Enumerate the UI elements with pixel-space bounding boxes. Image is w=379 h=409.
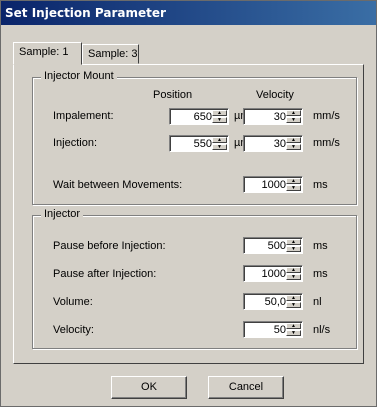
impalement-velocity-input[interactable]	[246, 110, 286, 123]
velocity-input[interactable]	[246, 323, 286, 336]
spin-down-arrow-icon[interactable]: ▼	[286, 302, 301, 308]
injection-label: Injection:	[53, 137, 98, 149]
spin-down-arrow-icon[interactable]: ▼	[212, 144, 227, 150]
pause-after-injection-input[interactable]	[246, 267, 286, 280]
tab-sample-3[interactable]: Sample: 3	[82, 44, 139, 64]
spin-down-arrow-icon[interactable]: ▼	[286, 246, 301, 252]
volume-label: Volume:	[53, 296, 93, 308]
pause-before-unit: ms	[313, 240, 328, 252]
spin-up-arrow-icon[interactable]: ▲	[286, 137, 301, 143]
injector-mount-title: Injector Mount	[41, 70, 117, 82]
tab-sample-1[interactable]: Sample: 1	[13, 42, 82, 65]
impalement-velocity-unit: mm/s	[313, 110, 340, 122]
spin-down-arrow-icon[interactable]: ▼	[286, 330, 301, 336]
velocity-column-header: Velocity	[256, 89, 294, 101]
spin-up-arrow-icon[interactable]: ▲	[286, 239, 301, 245]
volume-spinbox[interactable]: ▲▼	[243, 293, 303, 310]
impalement-position-spinbox[interactable]: ▲▼	[169, 108, 229, 125]
injector-title: Injector	[41, 208, 84, 220]
spin-up-arrow-icon[interactable]: ▲	[286, 267, 301, 273]
position-column-header: Position	[153, 89, 193, 101]
volume-input[interactable]	[246, 295, 286, 308]
spin-up-arrow-icon[interactable]: ▲	[286, 178, 301, 184]
pause-before-injection-label: Pause before Injection:	[53, 240, 166, 252]
pause-before-injection-input[interactable]	[246, 239, 286, 252]
impalement-velocity-spinbox[interactable]: ▲▼	[243, 108, 303, 125]
injection-velocity-input[interactable]	[246, 137, 286, 150]
wait-between-movements-label: Wait between Movements:	[53, 179, 183, 191]
pause-before-injection-spinbox[interactable]: ▲▼	[243, 237, 303, 254]
velocity-spinbox[interactable]: ▲▼	[243, 321, 303, 338]
spin-down-arrow-icon[interactable]: ▼	[212, 117, 227, 123]
injection-velocity-unit: mm/s	[313, 137, 340, 149]
impalement-position-input[interactable]	[172, 110, 212, 123]
spin-down-arrow-icon[interactable]: ▼	[286, 185, 301, 191]
spin-down-arrow-icon[interactable]: ▼	[286, 274, 301, 280]
spin-down-arrow-icon[interactable]: ▼	[286, 144, 301, 150]
ok-button[interactable]: OK	[111, 376, 187, 399]
wait-between-movements-input[interactable]	[246, 178, 286, 191]
volume-unit: nl	[313, 296, 322, 308]
spin-up-arrow-icon[interactable]: ▲	[286, 323, 301, 329]
spin-up-arrow-icon[interactable]: ▲	[212, 110, 227, 116]
pause-after-injection-label: Pause after Injection:	[53, 268, 157, 280]
spin-up-arrow-icon[interactable]: ▲	[286, 110, 301, 116]
wait-unit: ms	[313, 179, 328, 191]
wait-between-movements-spinbox[interactable]: ▲▼	[243, 176, 303, 193]
velocity-label: Velocity:	[53, 324, 94, 336]
impalement-label: Impalement:	[53, 110, 114, 122]
tab-panel: Injector Mount Position Velocity Impalem…	[13, 64, 364, 364]
injection-position-spinbox[interactable]: ▲▼	[169, 135, 229, 152]
spin-down-arrow-icon[interactable]: ▼	[286, 117, 301, 123]
velocity-unit: nl/s	[313, 324, 331, 336]
spin-up-arrow-icon[interactable]: ▲	[286, 295, 301, 301]
pause-after-injection-spinbox[interactable]: ▲▼	[243, 265, 303, 282]
injection-velocity-spinbox[interactable]: ▲▼	[243, 135, 303, 152]
spin-up-arrow-icon[interactable]: ▲	[212, 137, 227, 143]
pause-after-unit: ms	[313, 268, 328, 280]
dialog-window: Set Injection Parameter Sample: 1 Sample…	[0, 0, 377, 407]
title-bar: Set Injection Parameter	[1, 1, 376, 25]
cancel-button[interactable]: Cancel	[208, 376, 284, 399]
injection-position-input[interactable]	[172, 137, 212, 150]
